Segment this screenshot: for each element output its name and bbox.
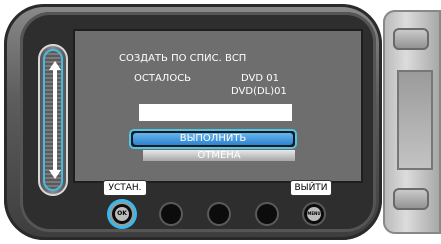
menu-button[interactable]: MENU (304, 204, 324, 224)
execute-button-label: ВЫПОЛНИТЬ (133, 133, 293, 145)
hinge-panel (383, 10, 441, 234)
soft-button-3[interactable] (209, 204, 229, 224)
ok-button[interactable]: OK (112, 204, 132, 224)
soft-button-2[interactable] (161, 204, 181, 224)
hinge-knob-bottom (393, 188, 429, 210)
menu-title: СОЗДАТЬ ПО СПИС. ВСП (119, 53, 247, 64)
menu-icon: MENU (307, 207, 321, 221)
execute-button[interactable]: ВЫПОЛНИТЬ (129, 129, 297, 149)
slider-down-arrow-icon[interactable] (49, 170, 61, 179)
ok-icon: OK (115, 207, 129, 221)
dvd-count: DVD 01 (241, 73, 279, 84)
slider-control[interactable] (38, 44, 68, 196)
soft-button-4[interactable] (257, 204, 277, 224)
exit-button[interactable]: ВЫЙТИ (290, 180, 332, 196)
slider-track[interactable] (43, 49, 63, 191)
cancel-button[interactable]: ОТМЕНА (143, 150, 295, 161)
blank-field (139, 104, 292, 121)
hinge-slot (397, 70, 433, 170)
remaining-label: ОСТАЛОСЬ (134, 73, 192, 84)
set-button[interactable]: УСТАН. (103, 180, 147, 196)
dvd-dl-count: DVD(DL)01 (231, 86, 287, 97)
slider-line (53, 69, 57, 173)
hinge-knob-top (393, 28, 429, 50)
